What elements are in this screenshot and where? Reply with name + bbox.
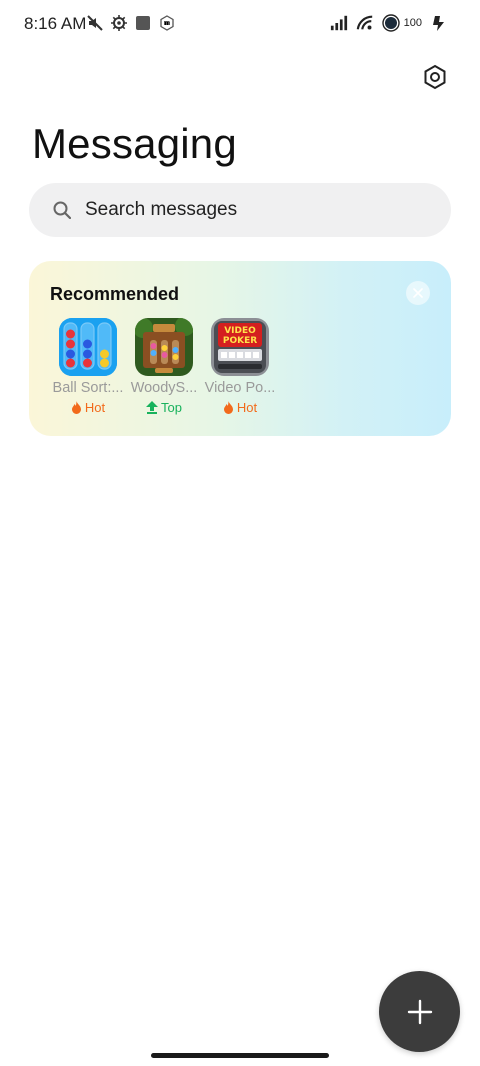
woody-sort-app-icon — [135, 318, 193, 376]
gear-icon — [110, 14, 128, 32]
svg-text:POKER: POKER — [223, 336, 257, 346]
mute-icon — [86, 14, 104, 32]
app-badge-hot: Hot — [202, 400, 278, 415]
flame-icon — [71, 401, 81, 414]
search-bar[interactable]: Search messages — [29, 183, 451, 237]
svg-text:VIDEO: VIDEO — [224, 326, 256, 336]
ball-sort-app-icon — [59, 318, 117, 376]
app-badge-label: Hot — [236, 400, 258, 415]
battery-icon — [430, 14, 448, 32]
close-icon — [413, 288, 423, 298]
wifi-icon — [356, 14, 374, 32]
search-icon — [53, 201, 71, 219]
status-right-icons: 100 — [330, 14, 448, 32]
app-item-ball-sort[interactable]: Ball Sort:... Hot — [50, 318, 126, 415]
settings-button[interactable] — [420, 62, 450, 92]
app-badge-label: Hot — [84, 400, 106, 415]
app-name: Video Po... — [204, 380, 276, 396]
new-message-button[interactable] — [379, 971, 460, 1052]
app-name: WoodyS... — [130, 380, 198, 396]
status-time: 8:16 AM — [24, 14, 87, 33]
recommended-title: Recommended — [50, 284, 180, 304]
app-badge-label: Top — [161, 400, 182, 415]
arrow-up-icon — [146, 401, 159, 414]
video-poker-app-icon: VIDEO POKER — [211, 318, 269, 376]
app-item-video-poker[interactable]: VIDEO POKER Video Po... Hot — [202, 318, 278, 415]
battery-percentage: 100 — [403, 17, 422, 29]
plus-icon — [407, 999, 432, 1024]
close-recommended-button[interactable] — [406, 281, 430, 305]
app-badge-hot: Hot — [50, 400, 126, 415]
status-left-icons — [86, 14, 176, 32]
mi-icon — [158, 14, 176, 32]
flame-icon — [223, 401, 233, 414]
recommended-card: Recommended Ball Sort:... Hot WoodyS... … — [29, 261, 451, 436]
page-title: Messaging — [32, 120, 237, 167]
app-badge-top: Top — [126, 400, 202, 415]
app-item-woody-sort[interactable]: WoodyS... Top — [126, 318, 202, 415]
signal-icon — [330, 14, 348, 32]
app-name: Ball Sort:... — [52, 380, 124, 396]
home-indicator[interactable] — [151, 1053, 329, 1058]
settings-icon — [424, 64, 446, 90]
status-bar: 8:16 AM 100 — [0, 0, 480, 48]
square-icon — [134, 14, 152, 32]
search-input[interactable]: Search messages — [85, 199, 237, 221]
circle-icon — [381, 14, 400, 32]
